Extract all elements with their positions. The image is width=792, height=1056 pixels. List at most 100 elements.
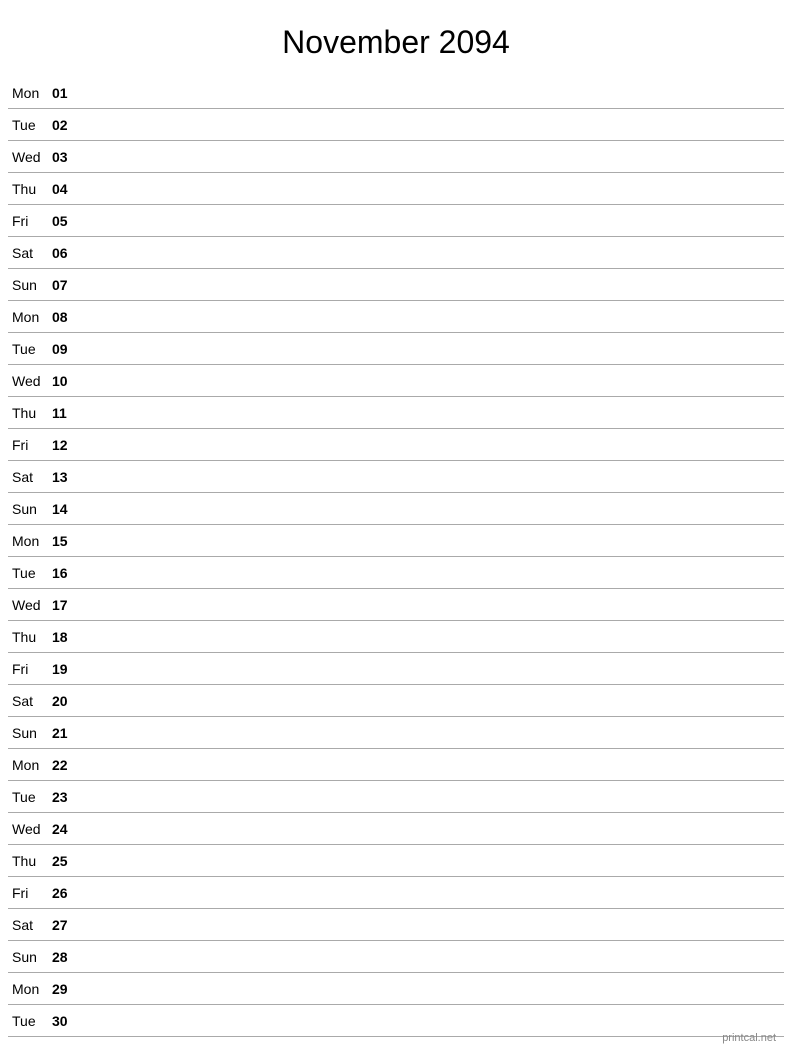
day-line[interactable]: [84, 956, 784, 957]
day-name: Wed: [8, 373, 52, 389]
day-number: 19: [52, 661, 84, 677]
day-line[interactable]: [84, 668, 784, 669]
day-name: Mon: [8, 85, 52, 101]
day-line[interactable]: [84, 444, 784, 445]
calendar-row[interactable]: Sat13: [8, 461, 784, 493]
calendar-row[interactable]: Thu11: [8, 397, 784, 429]
day-number: 27: [52, 917, 84, 933]
calendar-row[interactable]: Mon22: [8, 749, 784, 781]
day-line[interactable]: [84, 252, 784, 253]
day-number: 18: [52, 629, 84, 645]
day-number: 09: [52, 341, 84, 357]
watermark: printcal.net: [722, 1032, 776, 1044]
day-name: Sun: [8, 949, 52, 965]
calendar-row[interactable]: Fri26: [8, 877, 784, 909]
day-number: 16: [52, 565, 84, 581]
calendar-row[interactable]: Wed10: [8, 365, 784, 397]
calendar-row[interactable]: Thu18: [8, 621, 784, 653]
calendar-row[interactable]: Tue23: [8, 781, 784, 813]
calendar-row[interactable]: Mon08: [8, 301, 784, 333]
calendar-row[interactable]: Mon29: [8, 973, 784, 1005]
calendar-row[interactable]: Tue30: [8, 1005, 784, 1037]
calendar-row[interactable]: Fri05: [8, 205, 784, 237]
calendar-row[interactable]: Fri19: [8, 653, 784, 685]
day-name: Tue: [8, 1013, 52, 1029]
day-line[interactable]: [84, 892, 784, 893]
page-title: November 2094: [0, 0, 792, 77]
day-line[interactable]: [84, 508, 784, 509]
day-line[interactable]: [84, 700, 784, 701]
calendar-row[interactable]: Tue09: [8, 333, 784, 365]
day-line[interactable]: [84, 540, 784, 541]
day-number: 21: [52, 725, 84, 741]
calendar-row[interactable]: Fri12: [8, 429, 784, 461]
day-number: 02: [52, 117, 84, 133]
day-line[interactable]: [84, 156, 784, 157]
day-line[interactable]: [84, 476, 784, 477]
calendar-row[interactable]: Sun07: [8, 269, 784, 301]
day-line[interactable]: [84, 284, 784, 285]
day-line[interactable]: [84, 604, 784, 605]
calendar-row[interactable]: Wed17: [8, 589, 784, 621]
calendar-row[interactable]: Sun21: [8, 717, 784, 749]
calendar-row[interactable]: Sun28: [8, 941, 784, 973]
day-line[interactable]: [84, 764, 784, 765]
day-line[interactable]: [84, 636, 784, 637]
day-line[interactable]: [84, 92, 784, 93]
day-number: 14: [52, 501, 84, 517]
day-line[interactable]: [84, 1020, 784, 1021]
day-number: 04: [52, 181, 84, 197]
day-name: Sun: [8, 725, 52, 741]
calendar-grid: Mon01Tue02Wed03Thu04Fri05Sat06Sun07Mon08…: [0, 77, 792, 1037]
day-name: Fri: [8, 661, 52, 677]
day-number: 26: [52, 885, 84, 901]
calendar-row[interactable]: Wed03: [8, 141, 784, 173]
calendar-row[interactable]: Thu25: [8, 845, 784, 877]
day-line[interactable]: [84, 732, 784, 733]
day-name: Tue: [8, 789, 52, 805]
day-line[interactable]: [84, 828, 784, 829]
calendar-row[interactable]: Thu04: [8, 173, 784, 205]
day-name: Mon: [8, 533, 52, 549]
calendar-row[interactable]: Sat06: [8, 237, 784, 269]
calendar-row[interactable]: Tue16: [8, 557, 784, 589]
day-line[interactable]: [84, 316, 784, 317]
day-name: Wed: [8, 597, 52, 613]
day-line[interactable]: [84, 380, 784, 381]
day-name: Mon: [8, 981, 52, 997]
day-name: Sun: [8, 277, 52, 293]
calendar-row[interactable]: Mon01: [8, 77, 784, 109]
day-number: 25: [52, 853, 84, 869]
day-name: Thu: [8, 405, 52, 421]
day-number: 11: [52, 405, 84, 421]
day-name: Fri: [8, 437, 52, 453]
day-line[interactable]: [84, 188, 784, 189]
day-name: Sun: [8, 501, 52, 517]
day-name: Fri: [8, 213, 52, 229]
calendar-row[interactable]: Sun14: [8, 493, 784, 525]
day-number: 03: [52, 149, 84, 165]
day-line[interactable]: [84, 412, 784, 413]
day-name: Sat: [8, 693, 52, 709]
day-number: 01: [52, 85, 84, 101]
day-line[interactable]: [84, 124, 784, 125]
calendar-row[interactable]: Mon15: [8, 525, 784, 557]
day-line[interactable]: [84, 924, 784, 925]
calendar-row[interactable]: Sat27: [8, 909, 784, 941]
day-line[interactable]: [84, 220, 784, 221]
day-line[interactable]: [84, 348, 784, 349]
calendar-row[interactable]: Tue02: [8, 109, 784, 141]
calendar-row[interactable]: Sat20: [8, 685, 784, 717]
day-number: 30: [52, 1013, 84, 1029]
day-number: 06: [52, 245, 84, 261]
day-name: Tue: [8, 117, 52, 133]
day-name: Tue: [8, 565, 52, 581]
day-number: 28: [52, 949, 84, 965]
day-line[interactable]: [84, 572, 784, 573]
day-line[interactable]: [84, 860, 784, 861]
day-line[interactable]: [84, 988, 784, 989]
day-name: Sat: [8, 469, 52, 485]
calendar-row[interactable]: Wed24: [8, 813, 784, 845]
day-number: 22: [52, 757, 84, 773]
day-line[interactable]: [84, 796, 784, 797]
